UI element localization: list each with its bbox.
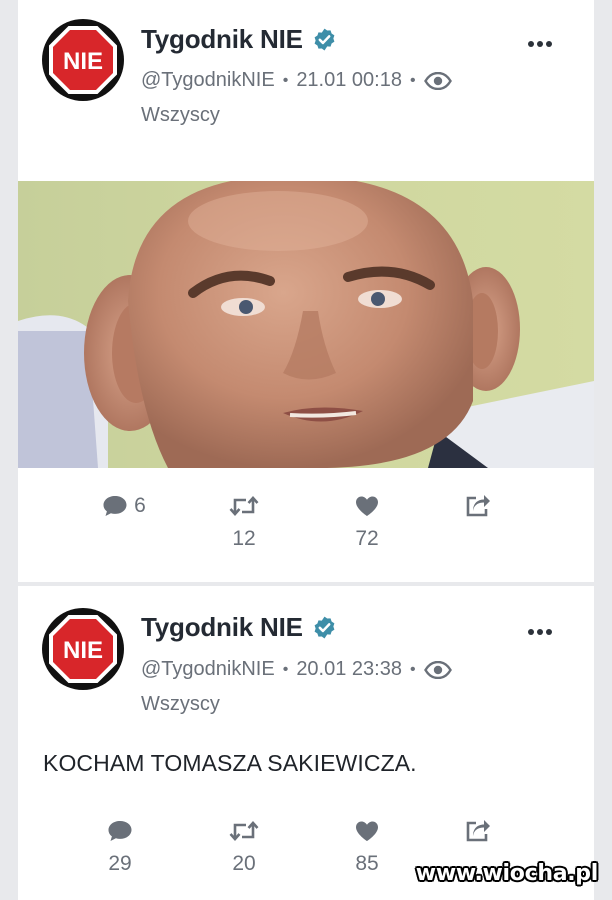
- author-handle[interactable]: @TygodnikNIE: [141, 69, 275, 92]
- post-image[interactable]: [18, 181, 594, 468]
- like-button[interactable]: 85: [322, 817, 412, 876]
- share-button[interactable]: [433, 492, 523, 520]
- separator: •: [409, 71, 416, 89]
- timestamp[interactable]: 21.01 00:18: [296, 69, 402, 92]
- author-handle[interactable]: @TygodnikNIE: [141, 658, 275, 681]
- repost-button[interactable]: 20: [199, 817, 289, 876]
- like-count: 72: [355, 527, 379, 550]
- repost-button[interactable]: 12: [199, 492, 289, 551]
- audience-label: Wszyscy: [141, 693, 220, 715]
- heart-icon: [356, 496, 378, 516]
- repost-icon: [229, 821, 259, 841]
- more-dots-icon: [528, 41, 534, 47]
- feed: NIE Tygodnik NIE @TygodnikNIE • 21.01 00…: [0, 0, 612, 900]
- portrait-photo: [18, 181, 594, 468]
- share-button[interactable]: [433, 817, 523, 845]
- repost-count: 12: [232, 527, 256, 550]
- stop-sign-logo-icon: NIE: [49, 615, 117, 683]
- separator: •: [282, 71, 289, 89]
- post-meta: @TygodnikNIE • 20.01 23:38 •: [141, 658, 452, 681]
- author-name[interactable]: Tygodnik NIE: [141, 24, 303, 55]
- comment-button[interactable]: 6: [79, 492, 169, 520]
- like-button[interactable]: 72: [322, 492, 412, 551]
- separator: •: [282, 660, 289, 678]
- author-row: Tygodnik NIE: [141, 24, 337, 55]
- post-meta: @TygodnikNIE • 21.01 00:18 •: [141, 69, 452, 92]
- comment-count: 29: [108, 852, 132, 875]
- author-name[interactable]: Tygodnik NIE: [141, 612, 303, 643]
- avatar[interactable]: NIE: [42, 608, 124, 690]
- watermark: www.wiocha.pl: [415, 861, 599, 886]
- post-card[interactable]: NIE Tygodnik NIE @TygodnikNIE • 21.01 00…: [18, 0, 594, 582]
- like-count: 85: [355, 852, 379, 875]
- audience-label: Wszyscy: [141, 104, 220, 126]
- stop-sign-logo-icon: NIE: [49, 26, 117, 94]
- svg-text:NIE: NIE: [63, 637, 103, 664]
- comment-icon: [108, 821, 132, 841]
- author-row: Tygodnik NIE: [141, 612, 337, 643]
- post-actions: 6 12 72: [18, 492, 594, 562]
- eye-icon: [423, 660, 452, 679]
- share-icon: [466, 820, 490, 842]
- svg-text:NIE: NIE: [63, 48, 103, 75]
- share-icon: [466, 495, 490, 517]
- comment-button[interactable]: 29: [75, 817, 165, 876]
- heart-icon: [356, 821, 378, 841]
- post-text: KOCHAM TOMASZA SAKIEWICZA.: [43, 750, 417, 776]
- verified-badge-icon: [314, 616, 335, 639]
- avatar[interactable]: NIE: [42, 19, 124, 101]
- more-options-button[interactable]: [528, 40, 552, 48]
- separator: •: [409, 660, 416, 678]
- more-options-button[interactable]: [528, 628, 552, 636]
- comment-icon: [103, 496, 127, 516]
- verified-badge-icon: [314, 28, 335, 51]
- repost-icon: [229, 496, 259, 516]
- timestamp[interactable]: 20.01 23:38: [296, 658, 402, 681]
- repost-count: 20: [232, 852, 256, 875]
- eye-icon: [423, 71, 452, 90]
- more-dots-icon: [528, 629, 534, 635]
- comment-count: 6: [134, 494, 146, 517]
- post-card[interactable]: NIE Tygodnik NIE @TygodnikNIE • 20.01 23…: [18, 586, 594, 900]
